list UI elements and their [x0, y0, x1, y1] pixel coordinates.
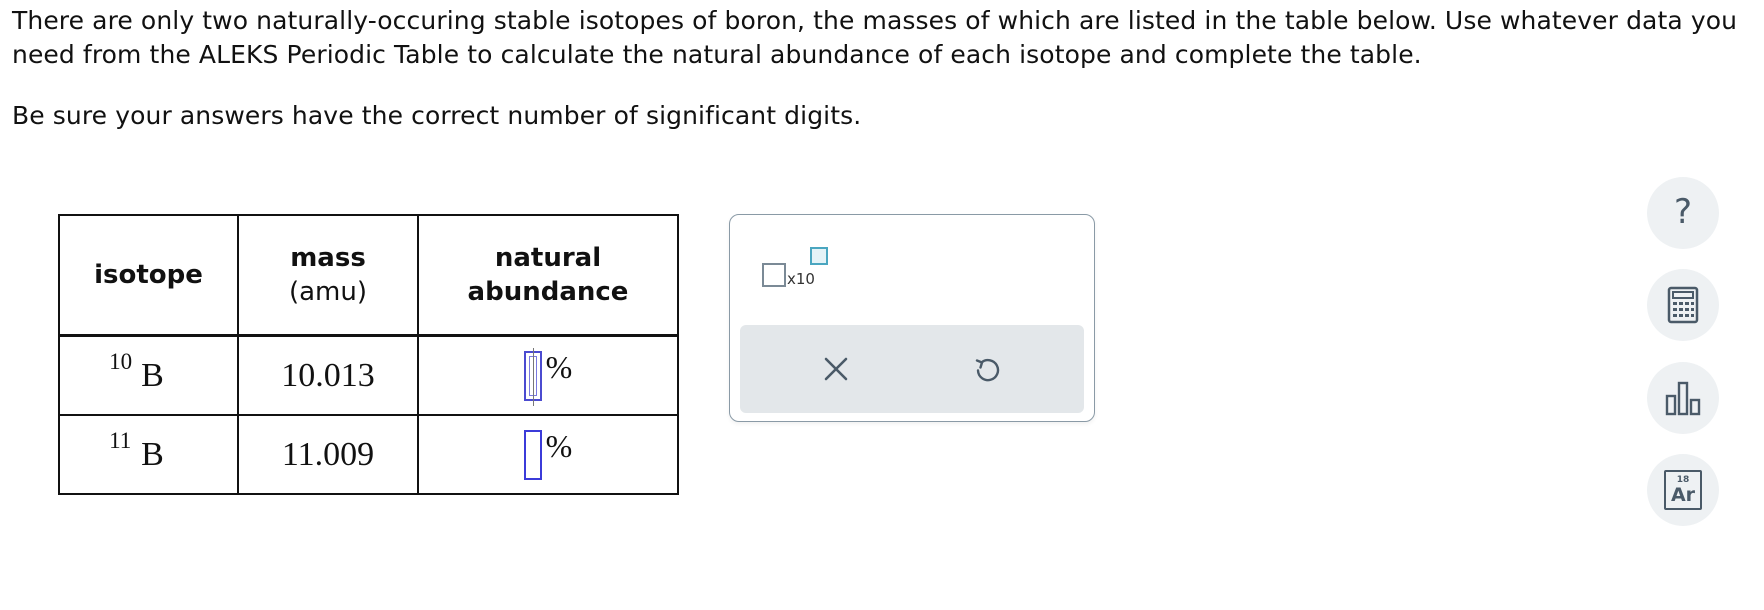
- undo-button[interactable]: [967, 349, 1007, 389]
- table-row: 11 B 11.009 %: [58, 414, 679, 495]
- abundance-header-bottom: abundance: [467, 277, 629, 307]
- mass-number: 10: [109, 348, 133, 374]
- abundance-cell: %: [417, 414, 679, 495]
- problem-statement: There are only two naturally-occuring st…: [12, 4, 1762, 133]
- abundance-input-b11[interactable]: [523, 429, 542, 480]
- isotope-cell: 10 B: [58, 334, 239, 416]
- mass-number: 11: [109, 427, 132, 453]
- isotope-table: isotope mass (amu) natural abundance 10 B…: [58, 214, 679, 495]
- element-symbol: B: [141, 435, 164, 473]
- scientific-notation-button[interactable]: x10: [762, 247, 834, 288]
- table-header-row: isotope mass (amu) natural abundance: [58, 214, 679, 337]
- isotope-header: isotope: [58, 214, 239, 337]
- bar-chart-icon: [1665, 381, 1701, 416]
- mass-cell: 10.013: [237, 334, 419, 416]
- percent-sign: %: [545, 348, 573, 385]
- x10-label: x10: [787, 270, 815, 288]
- abundance-header: natural abundance: [417, 214, 679, 337]
- calculator-icon: [1667, 286, 1699, 324]
- undo-icon: [975, 358, 1000, 382]
- mass-header-unit: (amu): [288, 277, 368, 307]
- data-button[interactable]: [1647, 362, 1719, 434]
- element-symbol: B: [141, 356, 164, 394]
- problem-text: There are only two naturally-occuring st…: [12, 6, 1738, 69]
- isotope-cell: 11 B: [58, 414, 239, 495]
- periodic-icon-symbol: Ar: [1670, 484, 1696, 506]
- answer-tool-panel: x10: [729, 214, 1095, 422]
- clear-button[interactable]: [816, 349, 856, 389]
- isotope-symbol: 11 B: [109, 428, 164, 474]
- question-mark-icon: ?: [1673, 192, 1693, 232]
- periodic-table-icon: 18 Ar: [1664, 470, 1702, 510]
- mass-cell: 11.009: [237, 414, 419, 495]
- tool-action-bar: [740, 325, 1084, 413]
- help-button[interactable]: ?: [1647, 177, 1719, 249]
- percent-sign: %: [545, 427, 573, 464]
- abundance-input-b10[interactable]: [523, 347, 542, 406]
- close-icon: [824, 357, 848, 381]
- periodic-table-button[interactable]: 18 Ar: [1647, 454, 1719, 526]
- calculator-button[interactable]: [1647, 269, 1719, 341]
- sig-figs-instruction: Be sure your answers have the correct nu…: [12, 101, 862, 130]
- exponent-box-icon: [810, 247, 828, 265]
- abundance-cell: %: [417, 334, 679, 416]
- isotope-symbol: 10 B: [109, 349, 164, 395]
- mass-header: mass (amu): [237, 214, 419, 337]
- table-row: 10 B 10.013 %: [58, 334, 679, 416]
- coefficient-box-icon: [762, 263, 786, 287]
- abundance-header-top: natural: [494, 243, 602, 273]
- mass-header-label: mass: [290, 243, 366, 273]
